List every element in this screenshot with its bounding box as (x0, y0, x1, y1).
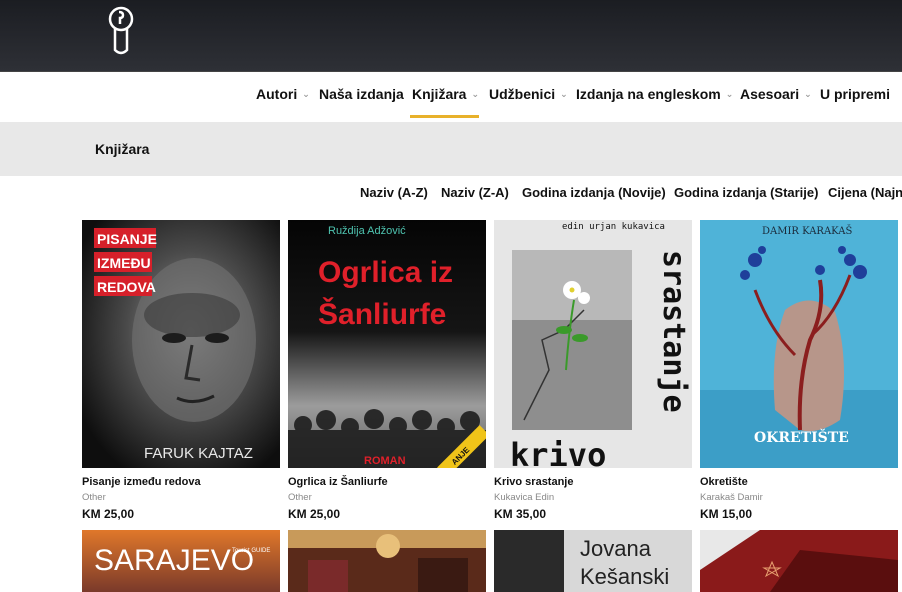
cover-footer: ROMAN (364, 455, 406, 467)
product-title[interactable]: Ogrlica iz Šanliurfe (288, 476, 388, 488)
sort-year-oldest[interactable]: Godina izdanja (Starije) (674, 185, 818, 200)
book-cover[interactable]: edin urjan kukavica srastanje krivo (494, 220, 692, 468)
active-nav-indicator (410, 115, 479, 118)
book-cover[interactable]: Ruždija Adžović Ogrlica iz Šanliurfe ROM… (288, 220, 486, 468)
product-card[interactable] (288, 530, 486, 592)
cover-author: edin urjan kukavica (562, 222, 665, 232)
cover-title-line: Kešanski (580, 564, 669, 589)
nav-label: Knjižara (412, 86, 467, 102)
cover-title-line: IZMEĐU (97, 255, 151, 271)
nav-item-izdanja-na-engleskom[interactable]: Izdanja na engleskom ⌄ (576, 86, 733, 102)
sort-price[interactable]: Cijena (Najn (828, 185, 902, 200)
nav-item-nasa-izdanja[interactable]: Naša izdanja (319, 86, 404, 102)
sort-options: Naziv (A-Z) Naziv (Z-A) Godina izdanja (… (0, 184, 902, 204)
page-title-band: Knjižara (0, 122, 902, 176)
book-cover[interactable]: Jovana Kešanski (494, 530, 692, 592)
cover-badge: Tourist GUIDE (232, 548, 270, 554)
product-price: KM 25,00 (82, 507, 135, 521)
nav-item-u-pripremi[interactable]: U pripremi (820, 86, 890, 102)
nav-label: Izdanja na engleskom (576, 86, 721, 102)
book-cover[interactable]: DAMIR KARAKAŠ OKRETIŠTE (700, 220, 898, 468)
nav-item-autori[interactable]: Autori ⌄ (256, 86, 310, 102)
chevron-down-icon: ⌄ (725, 89, 734, 99)
product-card[interactable]: Jovana Kešanski (494, 530, 692, 592)
product-price: KM 25,00 (288, 507, 341, 521)
nav-item-knjizara[interactable]: Knjižara ⌄ (412, 86, 479, 102)
cover-title-line: REDOVA (97, 279, 156, 295)
book-cover[interactable] (288, 530, 486, 592)
book-cover[interactable]: PISANJE IZMEĐU REDOVA FARUK KAJTAZ (82, 220, 280, 468)
cover-author: DAMIR KARAKAŠ (762, 225, 852, 237)
chevron-down-icon: ⌄ (302, 89, 310, 99)
book-cover[interactable] (700, 530, 898, 592)
book-cover[interactable]: SARAJEVO Tourist GUIDE (82, 530, 280, 592)
product-price: KM 35,00 (494, 507, 547, 521)
nav-item-udzbenici[interactable]: Udžbenici ⌄ (489, 86, 568, 102)
page-title: Knjižara (95, 141, 150, 157)
nav-label: Asesoari (740, 86, 800, 102)
product-author: Other (82, 492, 106, 503)
nav-item-asesoari[interactable]: Asesoari ⌄ (740, 86, 812, 102)
cover-title-line: Šanliurfe (318, 297, 446, 331)
chevron-down-icon: ⌄ (471, 89, 480, 99)
product-title[interactable]: Pisanje između redova (82, 476, 201, 488)
nav-label: Autori (256, 86, 298, 102)
product-card[interactable] (700, 530, 898, 592)
cover-author: FARUK KAJTAZ (144, 445, 253, 462)
cover-title-line: Ogrlica iz (318, 256, 453, 289)
cover-title-bottom: krivo (510, 436, 606, 468)
product-author: Karakaš Damir (700, 492, 763, 503)
product-title[interactable]: Okretište (700, 476, 748, 488)
nav-label: Udžbenici (489, 86, 556, 102)
product-author: Kukavica Edin (494, 492, 555, 503)
cover-title-side: srastanje (656, 250, 691, 413)
cover-title: SARAJEVO (94, 544, 254, 577)
product-price: KM 15,00 (700, 507, 753, 521)
cover-title: OKRETIŠTE (754, 428, 849, 446)
main-nav: Autori ⌄ Naša izdanja Knjižara ⌄ Udžbenici… (0, 72, 902, 122)
product-title[interactable]: Krivo srastanje (494, 476, 573, 488)
nav-label: U pripremi (820, 86, 891, 102)
chevron-down-icon: ⌄ (804, 89, 812, 99)
product-card[interactable]: SARAJEVO Tourist GUIDE (82, 530, 280, 592)
sort-name-desc[interactable]: Naziv (Z-A) (441, 185, 509, 200)
site-logo[interactable] (106, 2, 136, 58)
site-header (0, 0, 902, 72)
chevron-down-icon: ⌄ (560, 89, 568, 99)
sort-name-asc[interactable]: Naziv (A-Z) (360, 185, 428, 200)
sort-year-newest[interactable]: Godina izdanja (Novije) (522, 185, 666, 200)
cover-title-line: Jovana (580, 536, 652, 561)
cover-title-line: PISANJE (97, 231, 157, 247)
nav-label: Naša izdanja (319, 86, 404, 102)
cover-author: Ruždija Adžović (328, 225, 406, 237)
product-author: Other (288, 492, 312, 503)
